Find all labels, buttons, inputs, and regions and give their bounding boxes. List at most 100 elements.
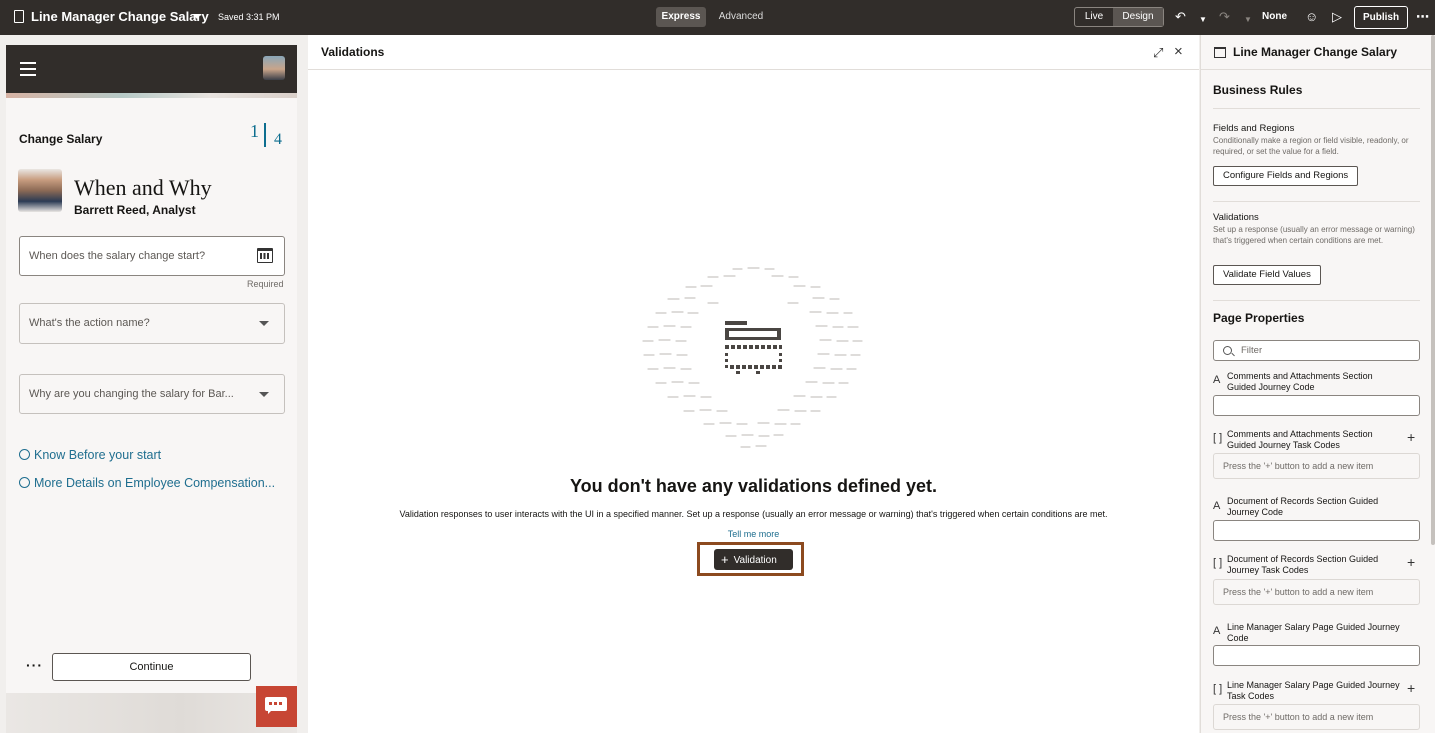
property-label: Line Manager Salary Page Guided Journey … — [1227, 622, 1400, 643]
calendar-icon[interactable] — [257, 248, 273, 263]
action-name-select[interactable]: What's the action name? — [19, 303, 285, 344]
property-label: Comments and Attachments Section Guided … — [1227, 429, 1373, 450]
close-icon[interactable]: × — [1174, 43, 1183, 60]
sandbox-none-label[interactable]: None — [1262, 11, 1287, 22]
live-design-toggle: Live Design — [1074, 7, 1164, 27]
text-property-icon: A — [1213, 625, 1221, 637]
text-property-icon: A — [1213, 500, 1221, 512]
property-label: Document of Records Section Guided Journ… — [1227, 554, 1379, 575]
add-validation-button[interactable]: + Validation — [714, 549, 793, 570]
preview-play-icon[interactable]: ▷ — [1332, 9, 1342, 25]
add-validation-highlight: + Validation — [697, 542, 804, 576]
tell-me-more-link[interactable]: Tell me more — [308, 529, 1199, 539]
expand-icon[interactable]: ⤢ — [1153, 45, 1163, 61]
undo-icon[interactable]: ↶ — [1175, 9, 1186, 25]
salary-change-start-date-field[interactable]: When does the salary change start? — [19, 236, 285, 276]
panel-header: Validations ⤢ × — [308, 35, 1199, 70]
property-label: Document of Records Section Guided Journ… — [1227, 496, 1379, 517]
document-icon — [14, 10, 24, 23]
action-select-placeholder: What's the action name? — [29, 317, 150, 329]
property-list-empty: Press the '+' button to add a new item — [1213, 704, 1420, 730]
panel-title: Validations — [321, 45, 385, 59]
property-list-empty: Press the '+' button to add a new item — [1213, 453, 1420, 479]
empty-state-title: You don't have any validations defined y… — [569, 476, 937, 496]
mode-advanced-button[interactable]: Advanced — [712, 7, 770, 27]
design-button[interactable]: Design — [1113, 8, 1163, 26]
properties-title: Line Manager Change Salary — [1233, 45, 1398, 59]
reason-select-placeholder: Why are you changing the salary for Bar.… — [29, 388, 234, 400]
business-rules-heading: Business Rules — [1213, 83, 1303, 97]
hamburger-menu-icon[interactable] — [20, 62, 36, 80]
divider — [1213, 300, 1420, 301]
text-property-icon: A — [1213, 374, 1221, 386]
properties-header: Line Manager Change Salary — [1201, 35, 1435, 70]
add-item-plus-icon[interactable]: + — [1407, 554, 1415, 570]
saved-status: Saved 3:31 PM — [218, 12, 280, 22]
add-validation-label: Validation — [733, 555, 777, 566]
person-name: Barrett Reed, Analyst — [74, 203, 196, 217]
link-icon — [19, 449, 30, 460]
publish-button[interactable]: Publish — [1354, 6, 1408, 29]
property-label: Comments and Attachments Section Guided … — [1227, 371, 1373, 392]
chevron-down-icon — [259, 321, 269, 326]
plus-icon: + — [721, 552, 729, 567]
filter-input[interactable]: Filter — [1213, 340, 1420, 361]
empty-state-description: Validation responses to user interacts w… — [399, 509, 1108, 519]
configure-fields-regions-button[interactable]: Configure Fields and Regions — [1213, 166, 1359, 186]
list-property-icon: [ ] — [1213, 432, 1223, 444]
preview-footer — [6, 693, 297, 733]
undo-menu-chevron-icon[interactable]: ▼ — [1199, 12, 1207, 28]
page-properties-heading: Page Properties — [1213, 311, 1305, 325]
step-total: 4 — [274, 131, 282, 148]
live-button[interactable]: Live — [1075, 8, 1113, 26]
more-details-link[interactable]: More Details on Employee Compensation... — [19, 476, 275, 490]
reason-select[interactable]: Why are you changing the salary for Bar.… — [19, 374, 285, 414]
required-label: Required — [247, 279, 284, 289]
date-field-placeholder: When does the salary change start? — [29, 250, 206, 262]
add-item-plus-icon[interactable]: + — [1407, 680, 1415, 696]
preview-header — [6, 45, 297, 93]
redo-icon[interactable]: ↷ — [1219, 9, 1230, 25]
person-photo — [18, 169, 62, 212]
property-label: Line Manager Salary Page Guided Journey … — [1227, 680, 1400, 701]
validate-field-values-button[interactable]: Validate Field Values — [1213, 265, 1321, 285]
decorative-banner — [6, 93, 297, 98]
validations-title: Validations — [1213, 212, 1259, 223]
validations-panel: Validations ⤢ × You don't have any valid… — [308, 35, 1199, 733]
continue-button[interactable]: Continue — [52, 653, 251, 681]
user-avatar[interactable] — [263, 56, 285, 80]
chevron-down-icon — [259, 392, 269, 397]
page-title: Change Salary — [19, 132, 103, 146]
property-text-input[interactable] — [1213, 645, 1420, 666]
filter-placeholder: Filter — [1241, 345, 1263, 356]
step-current: 1 — [250, 121, 259, 141]
add-item-plus-icon[interactable]: + — [1407, 429, 1415, 445]
divider — [1213, 108, 1420, 109]
properties-panel: Line Manager Change Salary Business Rule… — [1200, 35, 1435, 733]
more-actions-icon[interactable]: ··· — [26, 657, 43, 673]
divider — [1213, 201, 1420, 202]
fields-regions-title: Fields and Regions — [1213, 123, 1295, 134]
property-text-input[interactable] — [1213, 395, 1420, 416]
fields-regions-help: Conditionally make a region or field vis… — [1213, 136, 1409, 156]
more-options-icon[interactable]: ⋯ — [1416, 9, 1429, 25]
top-bar: Line Manager Change Salary Saved 3:31 PM… — [0, 0, 1435, 35]
list-property-icon: [ ] — [1213, 683, 1223, 695]
smiley-icon[interactable]: ☺ — [1305, 9, 1318, 25]
property-list-empty: Press the '+' button to add a new item — [1213, 579, 1420, 605]
search-icon — [1223, 346, 1232, 355]
mobile-preview: Change Salary 1 4 When and Why Barrett R… — [6, 45, 297, 733]
page-icon — [1214, 47, 1226, 58]
chevron-down-icon[interactable] — [193, 14, 201, 19]
properties-scrollbar[interactable] — [1431, 35, 1435, 545]
know-before-link[interactable]: Know Before your start — [19, 448, 161, 462]
redo-menu-chevron-icon[interactable]: ▼ — [1244, 12, 1252, 28]
validations-help: Set up a response (usually an error mess… — [1213, 225, 1415, 245]
app-title[interactable]: Line Manager Change Salary — [31, 9, 209, 24]
chat-icon[interactable] — [256, 686, 297, 727]
empty-state-illustration — [642, 267, 863, 448]
mode-express-button[interactable]: Express — [656, 7, 706, 27]
list-property-icon: [ ] — [1213, 557, 1223, 569]
section-heading: When and Why — [74, 175, 212, 200]
property-text-input[interactable] — [1213, 520, 1420, 541]
